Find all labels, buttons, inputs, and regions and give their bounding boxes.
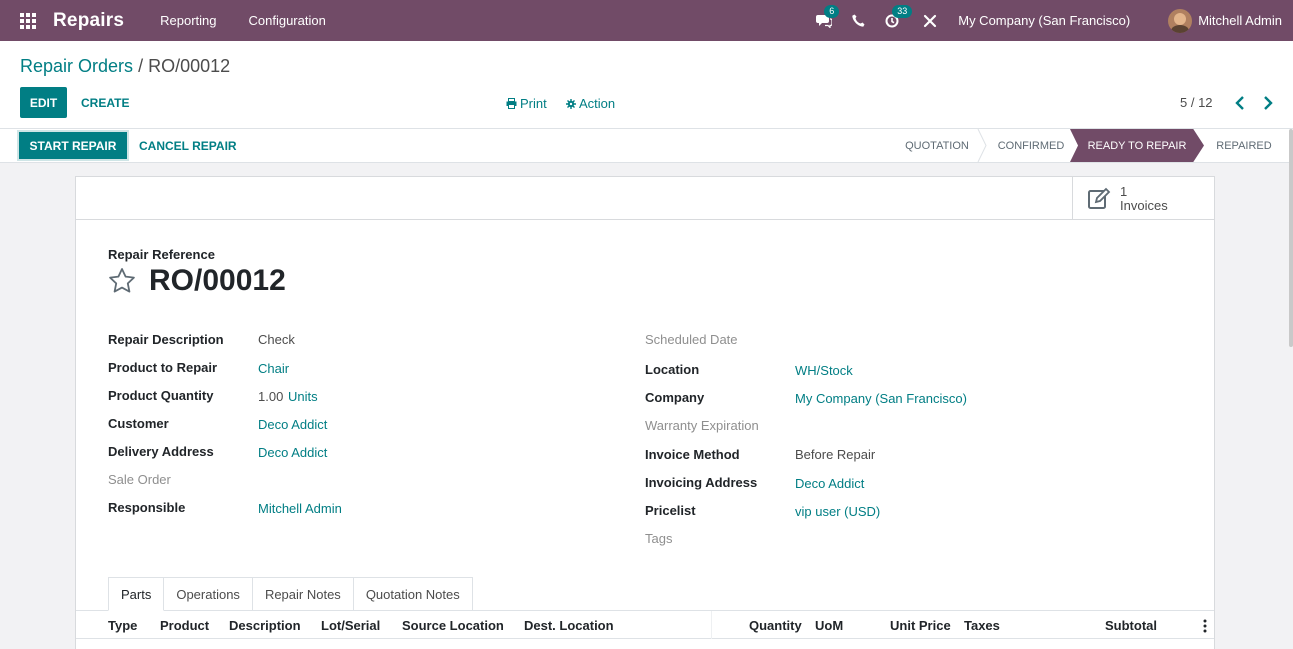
invoices-label: Invoices bbox=[1120, 197, 1168, 213]
menu-reporting[interactable]: Reporting bbox=[160, 13, 216, 28]
delivery-address-link[interactable]: Deco Addict bbox=[258, 445, 327, 460]
product-to-repair-link[interactable]: Chair bbox=[258, 361, 289, 376]
app-name[interactable]: Repairs bbox=[53, 10, 124, 32]
stage-ready-to-repair[interactable]: READY TO REPAIR bbox=[1070, 129, 1204, 162]
breadcrumb-repair-orders[interactable]: Repair Orders bbox=[20, 56, 133, 76]
chevron-left-icon[interactable] bbox=[1234, 95, 1246, 111]
stage-confirmed[interactable]: CONFIRMED bbox=[987, 129, 1075, 162]
button-box: 1 Invoices bbox=[76, 177, 1214, 220]
column-taxes[interactable]: Taxes bbox=[964, 618, 1000, 633]
optional-columns-icon[interactable] bbox=[1202, 619, 1208, 633]
action-label: Action bbox=[579, 96, 616, 111]
phone-icon[interactable] bbox=[850, 13, 866, 29]
company-switcher[interactable]: My Company (San Francisco) bbox=[958, 13, 1130, 28]
pricelist-label: Pricelist bbox=[645, 503, 696, 518]
column-type[interactable]: Type bbox=[108, 618, 137, 633]
edit-document-icon bbox=[1088, 187, 1111, 209]
chat-icon[interactable]: 6 bbox=[816, 4, 840, 29]
parts-table-header: Type Product Description Lot/Serial Sour… bbox=[76, 611, 1214, 639]
user-avatar[interactable] bbox=[1168, 8, 1193, 33]
responsible-label: Responsible bbox=[108, 500, 186, 515]
column-uom[interactable]: UoM bbox=[815, 618, 843, 633]
form-statusbar: START REPAIR CANCEL REPAIR QUOTATION CON… bbox=[0, 129, 1293, 163]
activity-icon[interactable]: 33 bbox=[884, 4, 913, 29]
warranty-expiration-label: Warranty Expiration bbox=[645, 418, 759, 433]
scheduled-date-label: Scheduled Date bbox=[645, 332, 738, 347]
apps-menu-icon[interactable] bbox=[20, 12, 38, 30]
edit-button[interactable]: EDIT bbox=[20, 87, 67, 118]
create-button[interactable]: CREATE bbox=[81, 96, 129, 110]
print-icon bbox=[506, 98, 517, 109]
pricelist-link[interactable]: vip user (USD) bbox=[795, 504, 880, 519]
breadcrumb-current: RO/00012 bbox=[148, 56, 231, 76]
invoicing-address-link[interactable]: Deco Addict bbox=[795, 476, 864, 491]
product-quantity-label: Product Quantity bbox=[108, 388, 214, 403]
column-subtotal[interactable]: Subtotal bbox=[1105, 618, 1157, 633]
invoicing-address-label: Invoicing Address bbox=[645, 475, 758, 490]
gear-icon bbox=[566, 98, 576, 109]
action-button[interactable]: Action bbox=[566, 96, 615, 111]
sale-order-label: Sale Order bbox=[108, 472, 171, 487]
form-view: 1 Invoices Repair Reference RO/00012 Rep… bbox=[0, 163, 1293, 649]
top-navbar: Repairs Reporting Configuration 6 33 My … bbox=[0, 0, 1293, 41]
location-link[interactable]: WH/Stock bbox=[795, 363, 853, 378]
print-button[interactable]: Print bbox=[506, 96, 547, 111]
delivery-address-label: Delivery Address bbox=[108, 444, 214, 459]
chevron-right-icon[interactable] bbox=[1262, 95, 1274, 111]
systray: 6 33 My Company (San Francisco) Mitchell… bbox=[816, 0, 1293, 41]
form-sheet: 1 Invoices Repair Reference RO/00012 Rep… bbox=[75, 176, 1215, 649]
debug-tools-icon[interactable] bbox=[922, 13, 938, 29]
print-label: Print bbox=[520, 96, 547, 111]
company-label: Company bbox=[645, 390, 705, 405]
breadcrumb-separator: / bbox=[138, 56, 144, 76]
tab-repair-notes[interactable]: Repair Notes bbox=[252, 577, 354, 611]
star-icon[interactable] bbox=[108, 267, 136, 295]
stage-separator bbox=[977, 129, 987, 162]
responsible-link[interactable]: Mitchell Admin bbox=[258, 501, 342, 516]
column-unit-price[interactable]: Unit Price bbox=[890, 618, 951, 633]
product-quantity-value: 1.00 bbox=[258, 389, 284, 404]
column-product[interactable]: Product bbox=[160, 618, 209, 633]
invoices-count: 1 bbox=[1120, 183, 1128, 199]
user-menu[interactable]: Mitchell Admin bbox=[1198, 13, 1282, 28]
invoice-method-value: Before Repair bbox=[795, 447, 876, 462]
column-separator bbox=[711, 611, 712, 639]
tab-parts[interactable]: Parts bbox=[108, 577, 165, 611]
stage-quotation[interactable]: QUOTATION bbox=[895, 129, 979, 162]
column-quantity[interactable]: Quantity bbox=[749, 618, 802, 633]
start-repair-button[interactable]: START REPAIR bbox=[19, 132, 127, 159]
repair-reference-title: RO/00012 bbox=[149, 264, 286, 297]
table-row[interactable] bbox=[76, 643, 1214, 649]
control-panel: Repair Orders / RO/00012 EDIT CREATE Pri… bbox=[0, 41, 1293, 129]
chat-badge: 6 bbox=[824, 4, 840, 18]
company-link[interactable]: My Company (San Francisco) bbox=[795, 391, 967, 406]
tags-label: Tags bbox=[645, 531, 673, 546]
repair-reference-label: Repair Reference bbox=[108, 247, 215, 262]
menu-configuration[interactable]: Configuration bbox=[248, 13, 325, 28]
customer-link[interactable]: Deco Addict bbox=[258, 417, 327, 432]
column-source-location[interactable]: Source Location bbox=[402, 618, 504, 633]
repair-description-label: Repair Description bbox=[108, 332, 224, 347]
column-lot-serial[interactable]: Lot/Serial bbox=[321, 618, 380, 633]
tab-quotation-notes[interactable]: Quotation Notes bbox=[353, 577, 473, 611]
column-dest-location[interactable]: Dest. Location bbox=[524, 618, 614, 633]
tab-operations[interactable]: Operations bbox=[164, 577, 253, 611]
invoices-smart-button[interactable]: 1 Invoices bbox=[1072, 177, 1214, 220]
notebook-tabs: Parts Operations Repair Notes Quotation … bbox=[108, 577, 473, 611]
stage-repaired[interactable]: REPAIRED bbox=[1206, 129, 1282, 162]
customer-label: Customer bbox=[108, 416, 169, 431]
pager-value[interactable]: 5 / 12 bbox=[1180, 95, 1213, 110]
column-description[interactable]: Description bbox=[229, 618, 301, 633]
location-label: Location bbox=[645, 362, 700, 377]
activity-badge: 33 bbox=[892, 4, 913, 18]
product-uom-link[interactable]: Units bbox=[288, 389, 318, 404]
breadcrumb: Repair Orders / RO/00012 bbox=[20, 56, 230, 77]
repair-description-value: Check bbox=[258, 332, 295, 347]
invoice-method-label: Invoice Method bbox=[645, 447, 740, 462]
product-to-repair-label: Product to Repair bbox=[108, 360, 218, 375]
cancel-repair-button[interactable]: CANCEL REPAIR bbox=[139, 139, 237, 153]
